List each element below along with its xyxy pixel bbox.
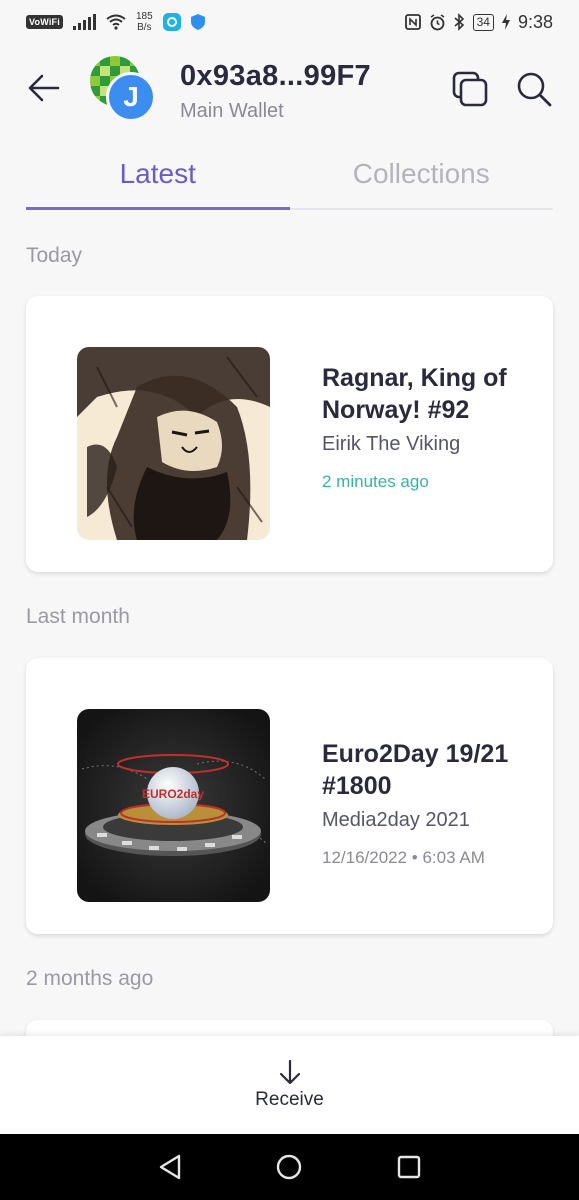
nav-home-button[interactable]: [274, 1152, 304, 1182]
app-notification-icon: [162, 13, 181, 31]
nft-title: Ragnar, King of Norway! #92: [322, 364, 507, 424]
status-bar: VoWiFi 185 B/s 34 9:38: [0, 0, 579, 44]
bottom-action-bar: Receive: [0, 1036, 579, 1134]
system-navigation-bar: [0, 1134, 579, 1200]
wallet-name: Main Wallet: [180, 100, 284, 122]
arrow-left-icon: [28, 74, 60, 102]
network-speed: 185 B/s: [135, 11, 153, 33]
clock: 9:38: [517, 11, 553, 32]
battery-icon: 34: [472, 13, 494, 31]
section-header-today: Today: [26, 244, 83, 267]
nft-collection: Eirik The Viking: [322, 433, 461, 455]
nft-info: Euro2Day 19/21 #1800 Media2day 2021 12/1…: [322, 738, 532, 868]
square-recents-icon: [397, 1155, 421, 1179]
wallet-avatar[interactable]: J: [90, 56, 156, 122]
charging-icon: [501, 14, 510, 30]
nav-recents-button[interactable]: [394, 1152, 424, 1182]
tab-bar: Latest Collections: [26, 146, 553, 210]
search-icon: [517, 72, 552, 107]
signal-icon: [72, 14, 96, 30]
section-header-last-month: Last month: [26, 605, 130, 628]
nft-title: Euro2Day 19/21 #1800: [322, 740, 509, 800]
nft-thumbnail: EURO2day: [77, 709, 270, 902]
vowifi-badge: VoWiFi: [26, 15, 63, 29]
nft-timestamp: 2 minutes ago: [322, 472, 429, 491]
nft-card[interactable]: EURO2day Euro2Day 19/21 #1800 Media2day …: [26, 658, 553, 934]
nft-info: Ragnar, King of Norway! #92 Eirik The Vi…: [322, 362, 532, 492]
nfc-icon: [404, 14, 421, 30]
nft-thumbnail: [77, 347, 270, 540]
tab-latest[interactable]: Latest: [26, 146, 290, 210]
alarm-icon: [430, 13, 445, 30]
receive-label: Receive: [255, 1089, 324, 1110]
account-letter-avatar: J: [106, 72, 156, 122]
section-header-2-months-ago: 2 months ago: [26, 967, 154, 990]
tab-collections[interactable]: Collections: [290, 146, 554, 208]
arrow-down-icon: [279, 1059, 300, 1085]
receive-button[interactable]: Receive: [255, 1059, 324, 1111]
nft-timestamp: 12/16/2022 • 6:03 AM: [322, 848, 485, 867]
bluetooth-icon: [454, 13, 464, 31]
wallet-address: 0x93a8...99F7: [180, 60, 371, 92]
triangle-back-icon: [159, 1154, 181, 1180]
copy-icon: [452, 71, 488, 107]
circle-home-icon: [277, 1154, 302, 1180]
back-button[interactable]: [26, 70, 62, 106]
euro2day-logo-text: EURO2day: [142, 787, 204, 801]
nav-back-button[interactable]: [155, 1152, 185, 1182]
wifi-icon: [106, 14, 126, 30]
nft-card[interactable]: Ragnar, King of Norway! #92 Eirik The Vi…: [26, 296, 553, 572]
copy-button[interactable]: [450, 69, 490, 109]
shield-icon: [190, 14, 205, 30]
search-button[interactable]: [514, 69, 554, 109]
wallet-header: J 0x93a8...99F7 Main Wallet: [0, 52, 579, 128]
nft-collection: Media2day 2021: [322, 809, 470, 831]
